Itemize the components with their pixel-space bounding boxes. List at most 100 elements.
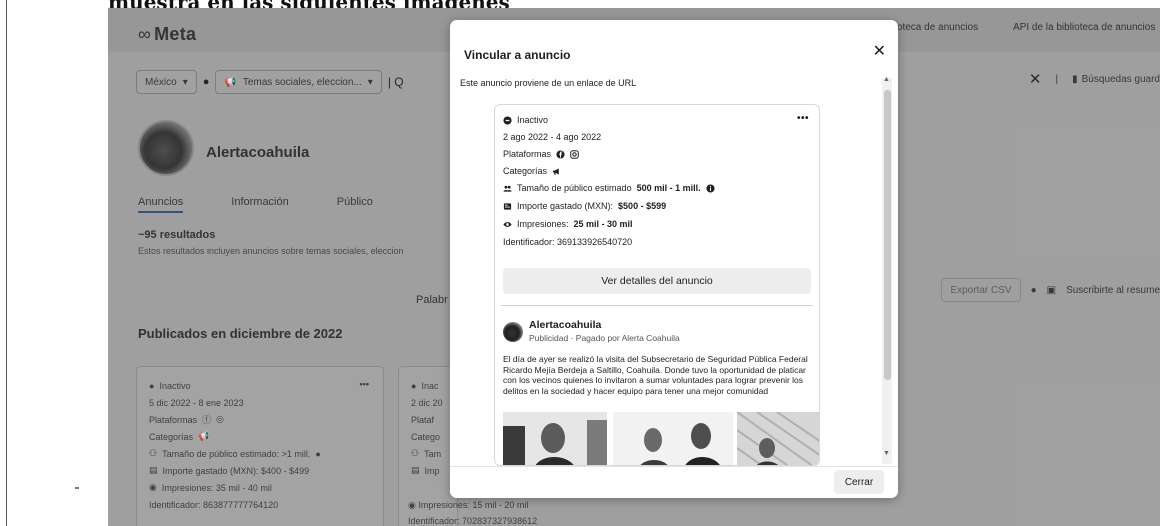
spend-value: $500 - $599 bbox=[618, 201, 667, 211]
card-impressions-partial: ◉ Impresiones: 15 mil - 20 mil bbox=[408, 500, 528, 511]
divider bbox=[501, 305, 813, 306]
audience-text: Tamaño de público estimado: >1 mill. bbox=[162, 448, 311, 459]
dialog-title: Vincular a anuncio bbox=[464, 48, 571, 62]
ad-photo[interactable] bbox=[503, 412, 607, 465]
dates: 2 ago 2022 - 4 ago 2022 bbox=[503, 132, 602, 142]
identifier: Identificador: 369133926540720 bbox=[503, 237, 633, 247]
impressions-value: 25 mil - 30 mil bbox=[573, 219, 633, 229]
ad-photo[interactable] bbox=[613, 412, 733, 465]
bell-icon: ▣ bbox=[1046, 284, 1057, 296]
country-select[interactable]: México ▾ bbox=[136, 70, 197, 94]
info-icon[interactable] bbox=[706, 183, 715, 193]
money-icon bbox=[503, 202, 512, 210]
audience-row: ⚇ Tamaño de público estimado: >1 mill. ● bbox=[149, 445, 371, 462]
tab-anuncios[interactable]: Anuncios bbox=[138, 196, 184, 213]
paid-by-label: Publicidad · Pagado por Alerta Coahuila bbox=[529, 333, 680, 343]
platforms-row: Plataformas bbox=[503, 149, 579, 159]
tab-informacion[interactable]: Información bbox=[231, 196, 288, 213]
see-ad-details-label: Ver detalles del anuncio bbox=[601, 275, 713, 287]
search-icon[interactable]: | Q bbox=[388, 75, 404, 89]
audience-icon bbox=[503, 185, 512, 192]
spend-row: ▤ Imp bbox=[411, 462, 445, 479]
audience-label: Tamaño de público estimado bbox=[517, 183, 632, 193]
meta-infinity-icon: ∞ bbox=[138, 24, 152, 44]
page-name[interactable]: Alertacoahuila bbox=[206, 144, 309, 161]
megaphone-icon: 📢 bbox=[198, 431, 210, 441]
inactive-status-icon bbox=[503, 115, 512, 125]
impressions-text: Impresiones: 35 mil - 40 mil bbox=[161, 482, 272, 493]
export-csv-button[interactable]: Exportar CSV bbox=[941, 278, 1021, 302]
scroll-up-icon[interactable]: ▲ bbox=[883, 76, 890, 83]
audience-row: ⚇ Tam bbox=[411, 445, 445, 462]
audience-row: Tamaño de público estimado 500 mil - 1 m… bbox=[503, 183, 715, 193]
see-ad-details-button[interactable]: Ver detalles del anuncio bbox=[503, 268, 811, 294]
identifier: Identificador: 702837327938612 bbox=[408, 516, 538, 526]
scrollbar-thumb[interactable] bbox=[884, 90, 891, 380]
categories-label: Categorías bbox=[149, 431, 194, 442]
results-count: ~95 resultados bbox=[138, 229, 216, 241]
ad-body-text: El día de ayer se realizó la visita del … bbox=[503, 354, 808, 396]
export-csv-label: Exportar CSV bbox=[950, 284, 1012, 296]
country-value: México bbox=[145, 76, 177, 88]
ad-photo[interactable] bbox=[737, 412, 819, 465]
audience-value: 500 mil - 1 mill. bbox=[636, 183, 701, 193]
status-text: Inactivo bbox=[159, 380, 191, 391]
more-options-icon[interactable]: ••• bbox=[797, 113, 809, 124]
chevron-down-icon: ▾ bbox=[367, 76, 373, 88]
bookmark-icon: ▮ bbox=[1072, 73, 1078, 85]
meta-logo-text: Meta bbox=[154, 24, 197, 44]
clear-search-icon[interactable]: ✕ bbox=[1029, 70, 1042, 88]
separator: | bbox=[1055, 73, 1059, 85]
spend-icon: ▤ bbox=[411, 465, 420, 475]
impressions-label: Impresiones: bbox=[517, 219, 569, 229]
document-mark bbox=[75, 487, 79, 489]
category-value: Temas sociales, eleccion... bbox=[242, 76, 362, 88]
status-row: ● Inac bbox=[411, 377, 445, 394]
impressions-row: Impresiones: 25 mil - 30 mil bbox=[503, 219, 633, 229]
spend-text: Imp bbox=[424, 465, 440, 476]
search-actions: ✕ | ▮ Búsquedas guard bbox=[1029, 70, 1160, 88]
saved-searches-button[interactable]: ▮ Búsquedas guard bbox=[1072, 74, 1160, 85]
impressions-text: Impresiones: 15 mil - 20 mil bbox=[418, 500, 529, 510]
results-note: Estos resultados incluyen anuncios sobre… bbox=[138, 246, 404, 256]
status-icon: ● bbox=[149, 380, 155, 391]
info-icon: ● bbox=[1030, 284, 1037, 296]
impressions-row: ◉ Impresiones: 35 mil - 40 mil bbox=[149, 479, 371, 496]
close-button[interactable]: Cerrar bbox=[834, 470, 884, 494]
more-options-icon[interactable]: ••• bbox=[360, 379, 369, 389]
status-text: Inac bbox=[421, 380, 439, 391]
scroll-down-icon[interactable]: ▼ bbox=[883, 450, 890, 457]
filter-bar: México ▾ ● 📢 Temas sociales, eleccion...… bbox=[136, 68, 404, 96]
list-actions: Exportar CSV ● ▣ Suscribirte al resume bbox=[941, 278, 1160, 302]
platforms-label: Plataf bbox=[411, 414, 435, 425]
tab-publico[interactable]: Público bbox=[337, 196, 373, 213]
document-border bbox=[6, 0, 7, 526]
ad-library-api-link[interactable]: API de la biblioteca de anuncios bbox=[1013, 22, 1155, 33]
subscribe-button[interactable]: Suscribirte al resume bbox=[1066, 285, 1160, 296]
dialog-subtitle: Este anuncio proviene de un enlace de UR… bbox=[460, 78, 637, 88]
close-icon[interactable]: ✕ bbox=[873, 41, 886, 61]
advertiser-avatar[interactable] bbox=[503, 322, 523, 342]
ad-card[interactable]: ••• ● Inactivo 5 dic 2022 - 8 ene 2023 Pl… bbox=[136, 366, 384, 526]
platforms-row: Plataformas ⓕ ◎ bbox=[149, 411, 371, 428]
megaphone-icon bbox=[552, 167, 559, 175]
audience-icon: ⚇ bbox=[149, 448, 158, 458]
spend-row: ▤ Importe gastado (MXN): $400 - $499 bbox=[149, 462, 371, 479]
category-select[interactable]: 📢 Temas sociales, eleccion... ▾ bbox=[215, 70, 382, 94]
advertiser-name[interactable]: Alertacoahuila bbox=[529, 319, 601, 331]
megaphone-icon: 📢 bbox=[224, 76, 237, 88]
dates: 5 dic 2022 - 8 ene 2023 bbox=[149, 397, 244, 408]
eye-icon: ◉ bbox=[149, 482, 157, 492]
audience-icon: ⚇ bbox=[411, 448, 420, 458]
section-heading: Publicados en diciembre de 2022 bbox=[138, 326, 343, 341]
status-icon: ● bbox=[411, 380, 417, 391]
meta-logo[interactable]: ∞ Meta bbox=[138, 24, 196, 45]
spend-icon: ▤ bbox=[149, 465, 158, 475]
spend-row: Importe gastado (MXN): $500 - $599 bbox=[503, 201, 666, 211]
page-avatar[interactable] bbox=[138, 120, 194, 176]
info-icon: ● bbox=[315, 448, 321, 459]
screenshot: ∞ Meta Biblioteca de anuncios API de la … bbox=[108, 8, 1160, 526]
platforms-label: Plataformas bbox=[149, 414, 198, 425]
link-to-ad-dialog: Vincular a anuncio ✕ Este anuncio provie… bbox=[450, 20, 898, 498]
platforms-label: Plataformas bbox=[503, 149, 552, 159]
